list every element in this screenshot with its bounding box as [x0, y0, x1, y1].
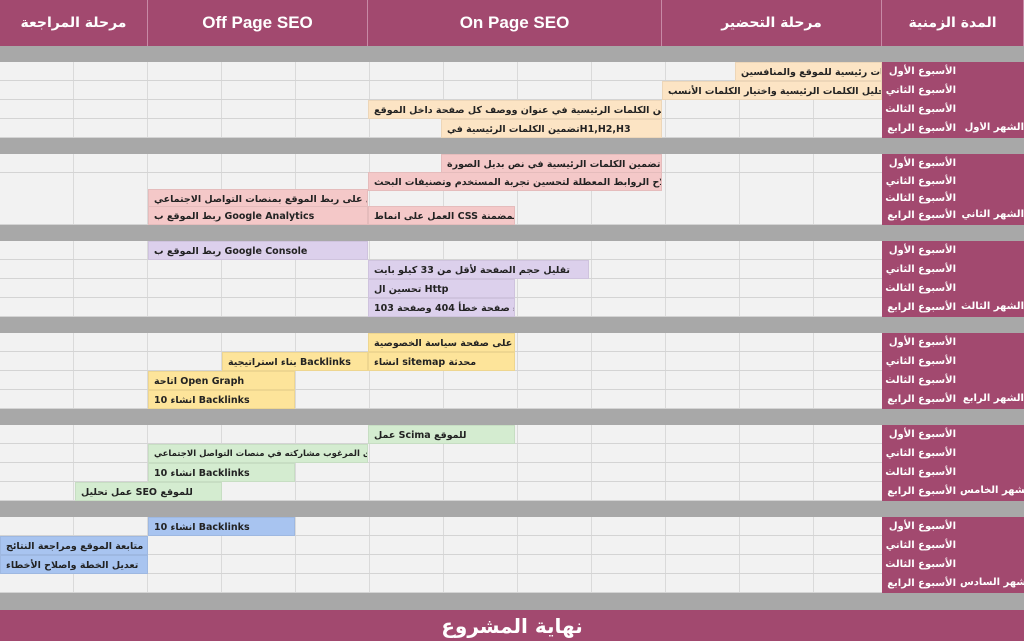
week-label: الأسبوع الثاني	[885, 85, 956, 96]
week-label: الأسبوع الأول	[888, 429, 956, 440]
separator	[0, 409, 1024, 425]
month-label: الشهر السادس	[960, 577, 1024, 588]
month-label: الشهر الثالث	[960, 301, 1024, 312]
task-bar: متابعة الموقع ومراجعة النتائج	[0, 536, 148, 555]
task-bar: تحديد المحتوى المرغوب مشاركته في منصات ا…	[148, 444, 368, 463]
task-bar: تعديل الخطة واصلاح الأخطاء	[0, 555, 148, 574]
week-label: الأسبوع الثاني	[885, 448, 956, 459]
month-label: الشهر الخامس	[960, 485, 1024, 496]
task-bar: انشاء 10 Backlinks	[148, 463, 295, 482]
week-label: الأسبوع الرابع	[887, 394, 956, 405]
week-label: الأسبوع الرابع	[887, 302, 956, 313]
week-label: الأسبوع الثالث	[885, 104, 956, 115]
task-bar: انشاء 10 Backlinks	[148, 390, 295, 409]
week-label: الأسبوع الأول	[888, 337, 956, 348]
task-bar: تحليل الكلمات الرئيسية واختيار الكلمات ا…	[662, 81, 882, 100]
timeline-row	[0, 555, 1024, 574]
separator	[0, 593, 1024, 610]
task-bar: تضمين الكلمات الرئيسية في نص بديل الصورة	[441, 154, 662, 173]
week-label: الأسبوع الرابع	[887, 123, 956, 134]
week-label: الأسبوع الثالث	[885, 283, 956, 294]
timeline-row	[0, 536, 1024, 555]
task-bar: تضمين الكلمات الرئيسية في عنوان ووصف كل …	[368, 100, 662, 119]
week-label: الأسبوع الرابع	[887, 210, 956, 221]
task-bar: تقليل حجم الصفحة لأقل من 33 كيلو بايت	[368, 260, 589, 279]
week-label: الأسبوع الثاني	[885, 264, 956, 275]
week-label: الأسبوع الثالث	[885, 375, 956, 386]
task-bar: تضمين الكلمات الرئيسية فيH1,H2,H3	[441, 119, 662, 138]
task-bar: اصلاح الروابط المعطلة لتحسين تجربة المست…	[368, 172, 662, 191]
month-label: الشهر الثاني	[961, 209, 1024, 220]
separator	[0, 138, 1024, 154]
week-label: الأسبوع الثاني	[885, 540, 956, 551]
header-period: المدة الزمنية	[882, 0, 1024, 46]
task-bar: اتاحة Open Graph	[148, 371, 295, 390]
separator	[0, 225, 1024, 241]
header-prep: مرحلة التحضير	[662, 0, 882, 46]
week-label: الأسبوع الرابع	[887, 578, 956, 589]
week-label: الأسبوع الرابع	[887, 486, 956, 497]
task-bar: عمل تحليل SEO للموقع	[75, 482, 222, 501]
timeline-row	[0, 574, 1024, 593]
week-label: الأسبوع الثاني	[885, 356, 956, 367]
separator	[0, 46, 1024, 62]
task-bar: انشاء sitemap محدثة	[368, 352, 515, 371]
week-label: الأسبوع الثالث	[885, 559, 956, 570]
project-end-banner: نهاية المشروع	[0, 610, 1024, 641]
week-label: الأسبوع الأول	[888, 521, 956, 532]
task-bar: بحث كلمات رئيسية للموقع والمنافسين	[735, 62, 882, 81]
month-label: الشهر الأول	[964, 122, 1024, 133]
task-bar: عمل Scima للموقع	[368, 425, 515, 444]
header-offpage: Off Page SEO	[148, 0, 368, 46]
header-onpage: On Page SEO	[368, 0, 662, 46]
separator	[0, 317, 1024, 333]
task-bar: انشاء صفحة خطأ 404 وصفحة 103	[368, 298, 515, 317]
task-bar: ربط الموقع ب Google Console	[148, 241, 368, 260]
task-bar: ربط الموقع ب Google Analytics	[148, 206, 368, 225]
task-bar: بناء استراتيجية Backlinks	[222, 352, 368, 371]
task-bar: العمل على انماط CSS المضمنة	[368, 206, 515, 225]
week-label: الأسبوع الأول	[888, 158, 956, 169]
week-label: الأسبوع الثالث	[885, 467, 956, 478]
task-bar: انشاء 10 Backlinks	[148, 517, 295, 536]
week-label: الأسبوع الأول	[888, 245, 956, 256]
task-bar: العمل على صفحة سياسة الخصوصية	[368, 333, 515, 352]
task-bar: تحسين ال Http	[368, 279, 515, 298]
separator	[0, 501, 1024, 517]
month-label: الشهر الرابع	[962, 393, 1024, 404]
week-label: الأسبوع الأول	[888, 66, 956, 77]
header-review: مرحلة المراجعة	[0, 0, 148, 46]
